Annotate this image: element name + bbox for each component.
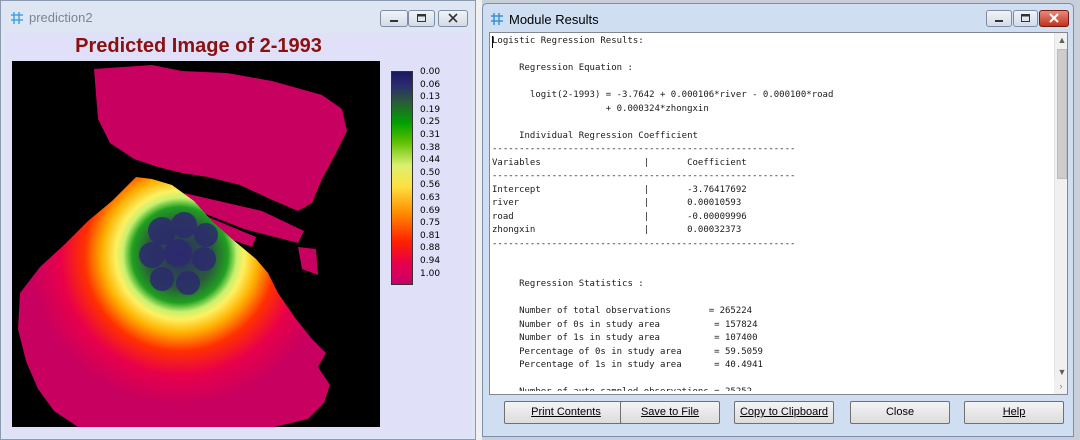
legend-label: 0.38 [420,142,441,153]
results-line [492,76,1052,90]
legend-label: 0.94 [420,256,441,266]
results-line: Number of total observations = 265224 [492,306,753,316]
results-line: ----------------------------------------… [492,144,796,154]
legend-label: 0.06 [420,79,441,90]
legend-label: 0.56 [420,180,441,191]
results-line: ----------------------------------------… [492,171,796,181]
grid-app-icon [11,12,23,24]
results-text: Logistic Regression Results: Regression … [492,35,1052,391]
results-line: + 0.000324*zhongxin [492,103,709,114]
legend-label: 0.00 [420,67,441,77]
legend-label: 0.75 [420,218,441,229]
image-title: Predicted Image of 2-1993 [75,35,322,57]
scroll-corner-icon: › [1054,379,1067,394]
legend-label: 0.88 [420,243,441,254]
save-to-file-button[interactable]: Save to File [620,401,720,424]
results-line: Percentage of 0s in study area = 59.5059 [492,346,763,357]
results-line [492,251,1052,265]
minimize-icon [995,20,1003,22]
results-line [492,49,1052,63]
minimize-icon [390,20,398,22]
save-to-file-label: Save to File [640,406,700,418]
results-line: Logistic Regression Results: [492,36,644,46]
results-line [492,373,1052,387]
help-button[interactable]: Help [964,401,1064,424]
results-window-title: Module Results [509,12,599,27]
print-contents-label: Print Contents [531,406,601,418]
results-line [492,265,1052,279]
prediction-window-title: prediction2 [29,10,93,25]
prediction-window: prediction2 Predicted Image of 2-1993 0.… [0,0,476,440]
results-line: Percentage of 1s in study area = 40.4941 [492,360,763,370]
prediction-titlebar[interactable]: prediction2 [1,1,475,33]
maximize-icon [1021,14,1030,22]
legend-label: 0.50 [420,167,441,178]
close-window-button[interactable] [438,10,468,27]
close-icon [1049,13,1059,23]
legend-label: 0.44 [420,155,441,166]
results-line [492,292,1052,306]
prediction-canvas: Predicted Image of 2-1993 0.00 0.06 0.13… [6,33,472,437]
scroll-up-icon[interactable]: ▲ [1055,33,1067,47]
legend-label: 0.19 [420,104,441,115]
close-icon [448,13,458,23]
copy-to-clipboard-label: Copy to Clipboard [739,406,829,418]
maximize-icon [417,14,426,22]
module-results-window: Module Results Logistic Regression Resul… [482,3,1074,437]
results-line: road | -0.00009996 [492,211,747,222]
results-line: logit(2-1993) = -3.7642 + 0.000106*river… [492,90,834,100]
legend-labels: 0.00 0.06 0.13 0.19 0.25 0.31 0.38 0.44 … [420,67,460,287]
legend-color-bar [391,71,413,285]
scrollbar-thumb[interactable] [1057,49,1067,179]
grid-app-icon [491,13,503,25]
results-line [492,116,1052,130]
legend-label: 0.69 [420,205,441,216]
results-line: Regression Statistics : [492,279,644,289]
results-line: Number of 0s in study area = 157824 [492,319,758,330]
close-window-button[interactable] [1039,10,1069,27]
results-line: zhongxin | 0.00032373 [492,225,742,235]
vertical-scrollbar[interactable]: ▲ ▼ [1054,33,1067,379]
print-contents-button[interactable]: Print Contents [504,401,628,424]
maximize-button[interactable] [1013,10,1038,27]
legend-label: 0.25 [420,117,441,128]
results-line: Variables | Coefficient [492,157,747,168]
help-label: Help [1002,406,1026,418]
minimize-button[interactable] [380,10,408,27]
results-line: river | 0.00010593 [492,198,742,208]
copy-to-clipboard-button[interactable]: Copy to Clipboard [734,401,834,424]
results-line: ----------------------------------------… [492,238,796,249]
maximize-button[interactable] [408,10,435,27]
prediction-map [12,61,380,427]
results-line: Individual Regression Coefficient [492,130,698,141]
scroll-down-icon[interactable]: ▼ [1055,365,1067,379]
results-titlebar[interactable]: Module Results [483,4,1073,32]
results-line: Intercept | -3.76417692 [492,184,747,195]
legend-label: 0.81 [420,230,441,241]
minimize-button[interactable] [986,10,1012,27]
legend-label: 0.31 [420,130,441,140]
results-line: Number of 1s in study area = 107400 [492,333,758,343]
legend-label: 1.00 [420,268,441,279]
close-button[interactable]: Close [850,401,950,424]
legend-label: 0.63 [420,193,441,203]
results-line: Number of auto-sampled observations = 25… [492,386,1052,391]
close-label: Close [885,406,915,418]
results-line: Regression Equation : [492,63,633,73]
results-text-area[interactable]: Logistic Regression Results: Regression … [489,32,1068,395]
legend-label: 0.13 [420,92,441,103]
